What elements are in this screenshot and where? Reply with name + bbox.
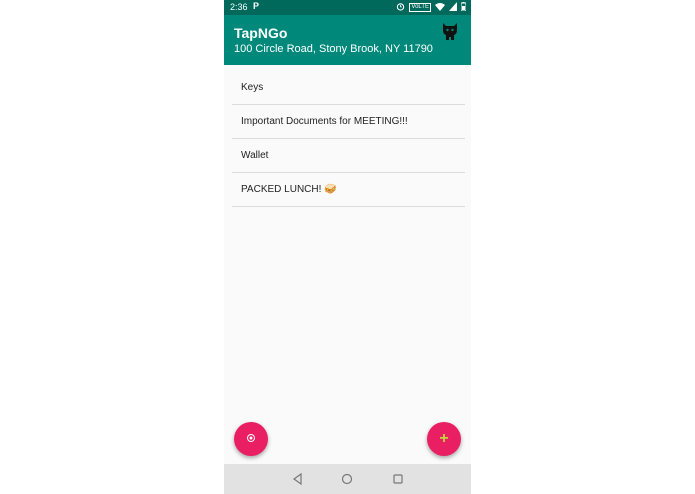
status-app-indicator: P: [253, 1, 260, 11]
status-time: 2:36: [230, 2, 248, 12]
recents-icon[interactable]: [391, 472, 405, 486]
app-bar: TapNGo 100 Circle Road, Stony Brook, NY …: [224, 15, 471, 65]
add-item-button[interactable]: +: [427, 422, 461, 456]
item-list: Keys Important Documents for MEETING!!! …: [232, 71, 465, 207]
app-address: 100 Circle Road, Stony Brook, NY 11790: [234, 43, 433, 55]
list-item[interactable]: Keys: [232, 71, 465, 105]
alarm-icon: [396, 2, 405, 13]
add-icon: +: [439, 430, 449, 447]
app-title: TapNGo: [234, 25, 288, 41]
status-icons: VoLTE: [396, 2, 467, 13]
location-target-icon: [246, 430, 256, 448]
list-item-label: PACKED LUNCH! 🥪: [241, 184, 337, 195]
phone-screen: 2:36 P VoLTE TapNGo 100 Circle Road, Sto…: [224, 0, 471, 494]
wifi-icon: [435, 2, 445, 13]
battery-icon: [460, 2, 467, 13]
signal-icon: [449, 2, 457, 13]
list-item-label: Wallet: [241, 150, 269, 161]
list-item[interactable]: Wallet: [232, 139, 465, 173]
list-item-label: Important Documents for MEETING!!!: [241, 116, 408, 127]
volte-icon: VoLTE: [409, 3, 431, 12]
navigation-bar: [224, 464, 471, 494]
list-item-label: Keys: [241, 82, 264, 93]
back-icon[interactable]: [291, 472, 305, 486]
list-item[interactable]: Important Documents for MEETING!!!: [232, 105, 465, 139]
status-bar: 2:36 P VoLTE: [224, 0, 471, 15]
locate-button[interactable]: [234, 422, 268, 456]
mascot-logo-icon: [441, 21, 459, 41]
list-item[interactable]: PACKED LUNCH! 🥪: [232, 173, 465, 207]
home-icon[interactable]: [340, 472, 354, 486]
